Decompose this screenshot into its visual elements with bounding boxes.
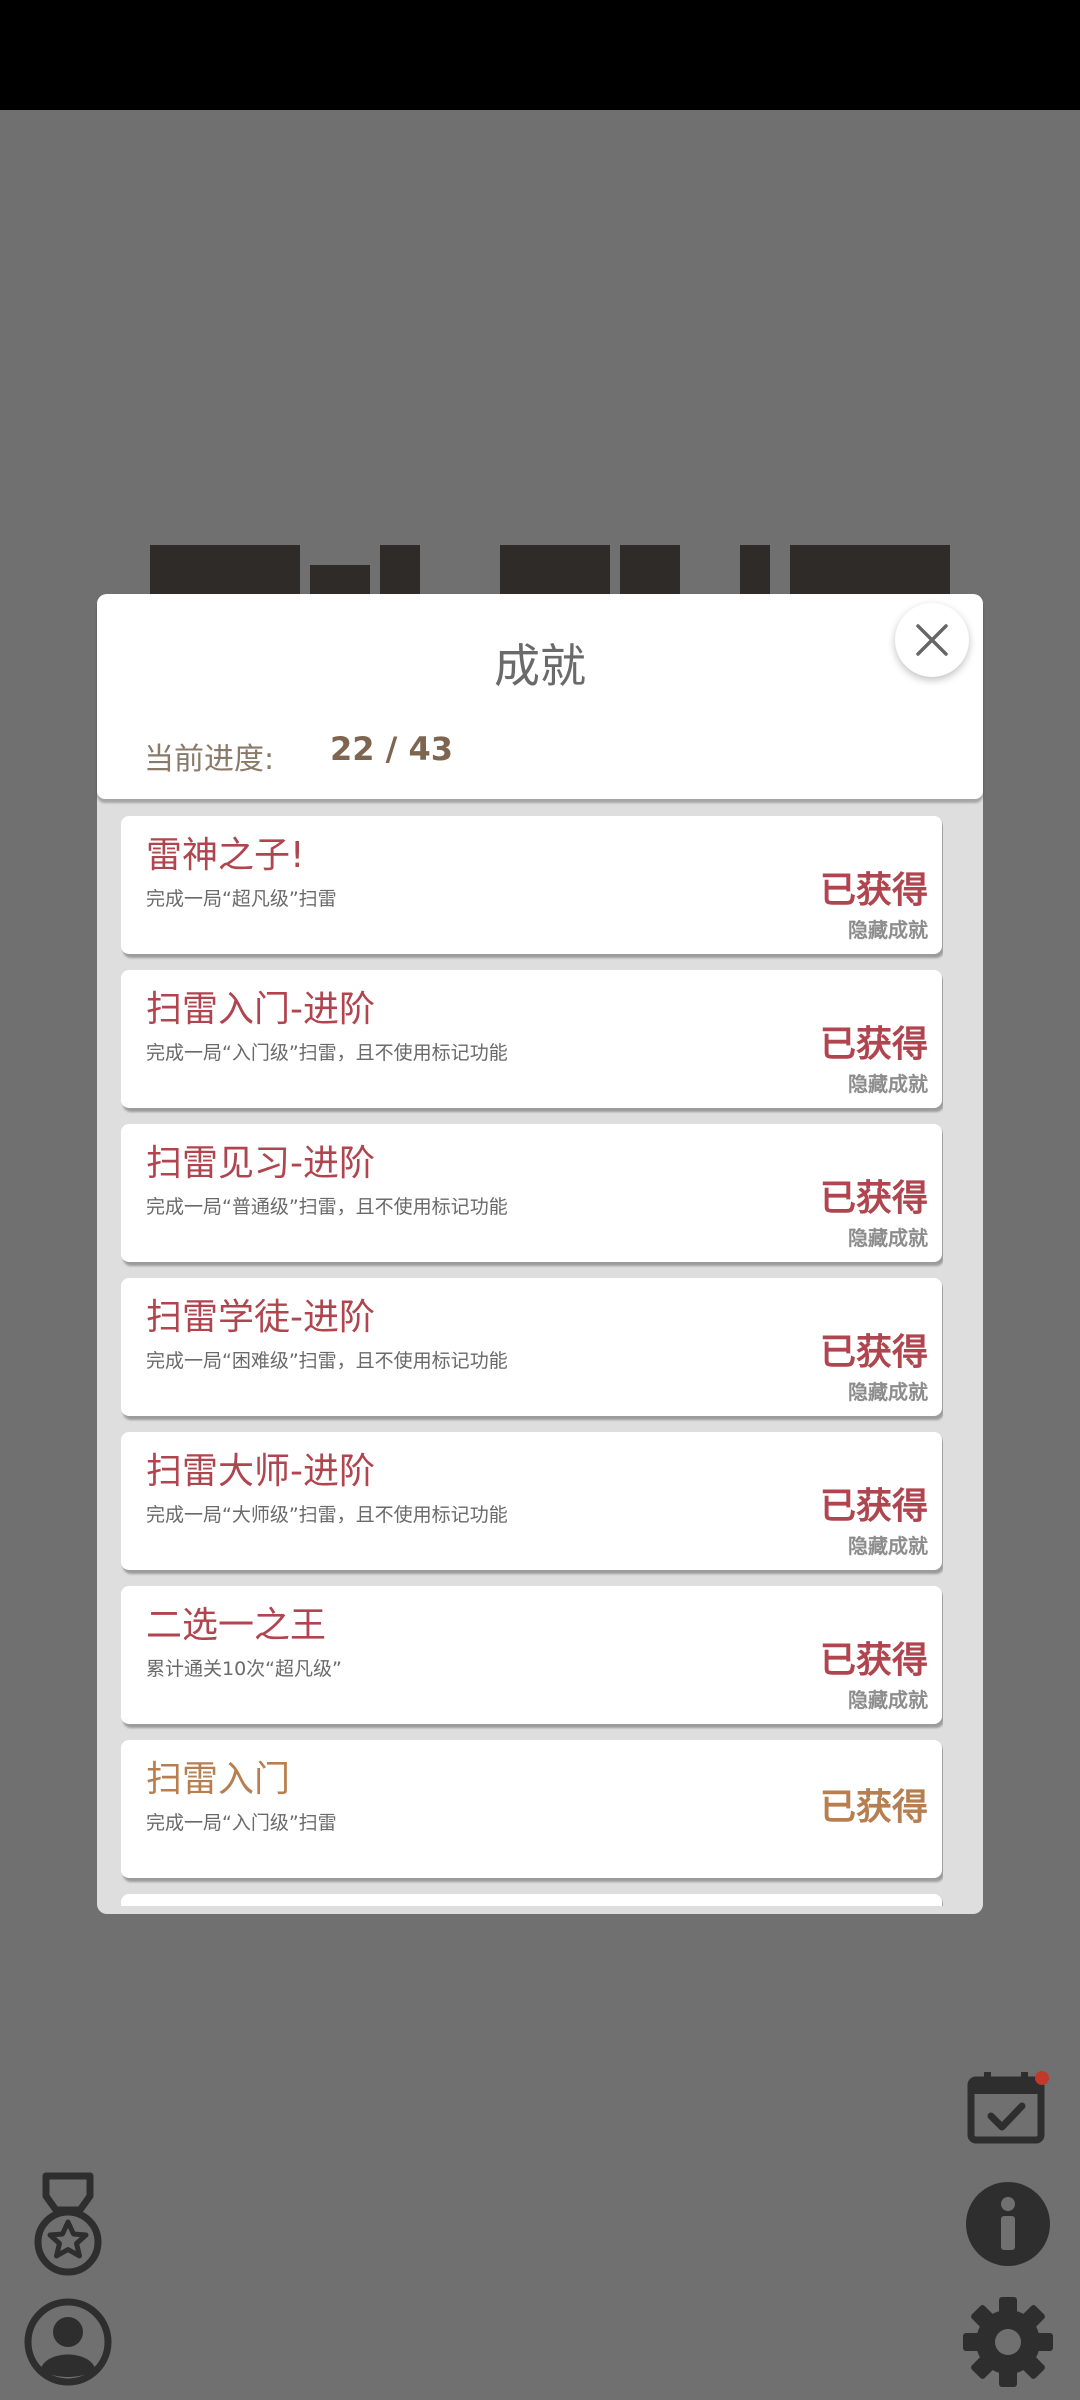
achievement-card[interactable]: 二选一之王 累计通关10次“超凡级” 已获得 隐藏成就 (121, 1586, 942, 1724)
profile-button[interactable] (24, 2298, 112, 2386)
achievement-status: 已获得 (819, 870, 928, 911)
achievement-desc: 完成一局“普通级”扫雷，且不使用标记功能 (146, 1196, 508, 1218)
hidden-achievement-tag: 隐藏成就 (848, 1688, 928, 1712)
achievement-status: 已获得 (819, 1486, 928, 1527)
achievement-title: 二选一之王 (146, 1605, 327, 1646)
info-icon (966, 2182, 1050, 2266)
achievement-card[interactable]: 扫雷入门 完成一局“入门级”扫雷 已获得 (121, 1740, 942, 1878)
achievement-card[interactable]: 扫雷见习-进阶 完成一局“普通级”扫雷，且不使用标记功能 已获得 隐藏成就 (121, 1124, 942, 1262)
achievements-button[interactable] (32, 2170, 104, 2278)
progress-value: 22 / 43 (330, 730, 454, 768)
hidden-achievement-tag: 隐藏成就 (848, 918, 928, 942)
gear-icon (963, 2297, 1053, 2387)
daily-challenge-button[interactable] (966, 2070, 1050, 2144)
achievement-desc: 累计通关10次“超凡级” (146, 1658, 342, 1680)
achievement-desc: 完成一局“超凡级”扫雷 (146, 888, 337, 910)
achievement-status: 已获得 (819, 1178, 928, 1219)
achievement-title: 扫雷入门-进阶 (146, 989, 375, 1030)
status-bar (0, 0, 1080, 110)
dialog-header: 成就 当前进度: 22 / 43 (97, 594, 983, 799)
achievement-status: 已获得 (819, 1024, 928, 1065)
achievement-card[interactable]: 雷神之子! 完成一局“超凡级”扫雷 已获得 隐藏成就 (121, 816, 942, 954)
achievement-desc: 完成一局“困难级”扫雷，且不使用标记功能 (146, 1350, 508, 1372)
close-button[interactable] (895, 603, 969, 677)
close-icon (916, 624, 948, 656)
hidden-achievement-tag: 隐藏成就 (848, 1534, 928, 1558)
achievement-status: 已获得 (819, 1332, 928, 1373)
calendar-check-icon (967, 2071, 1049, 2144)
achievement-list[interactable]: 雷神之子! 完成一局“超凡级”扫雷 已获得 隐藏成就 扫雷入门-进阶 完成一局“… (121, 816, 943, 1906)
medal-icon (34, 2172, 102, 2276)
dialog-title: 成就 (494, 639, 586, 693)
achievement-title: 雷神之子! (146, 835, 305, 876)
hidden-achievement-tag: 隐藏成就 (848, 1072, 928, 1096)
achievement-card[interactable] (121, 1894, 942, 1906)
achievement-desc: 完成一局“大师级”扫雷，且不使用标记功能 (146, 1504, 508, 1526)
settings-button[interactable] (962, 2296, 1054, 2388)
achievement-title: 扫雷大师-进阶 (146, 1451, 375, 1492)
achievement-title: 扫雷入门 (146, 1759, 291, 1800)
hidden-achievement-tag: 隐藏成就 (848, 1380, 928, 1404)
info-button[interactable] (964, 2180, 1052, 2268)
achievement-card[interactable]: 扫雷学徒-进阶 完成一局“困难级”扫雷，且不使用标记功能 已获得 隐藏成就 (121, 1278, 942, 1416)
hidden-achievement-tag: 隐藏成就 (848, 1226, 928, 1250)
profile-icon (24, 2298, 112, 2386)
achievement-status: 已获得 (819, 1787, 928, 1828)
achievement-title: 扫雷学徒-进阶 (146, 1297, 375, 1338)
achievement-card[interactable]: 扫雷入门-进阶 完成一局“入门级”扫雷，且不使用标记功能 已获得 隐藏成就 (121, 970, 942, 1108)
achievement-title: 扫雷见习-进阶 (146, 1143, 375, 1184)
achievement-desc: 完成一局“入门级”扫雷，且不使用标记功能 (146, 1042, 508, 1064)
achievement-card[interactable]: 扫雷大师-进阶 完成一局“大师级”扫雷，且不使用标记功能 已获得 隐藏成就 (121, 1432, 942, 1570)
achievement-desc: 完成一局“入门级”扫雷 (146, 1812, 337, 1834)
achievement-status: 已获得 (819, 1640, 928, 1681)
progress-label: 当前进度: (144, 742, 275, 777)
